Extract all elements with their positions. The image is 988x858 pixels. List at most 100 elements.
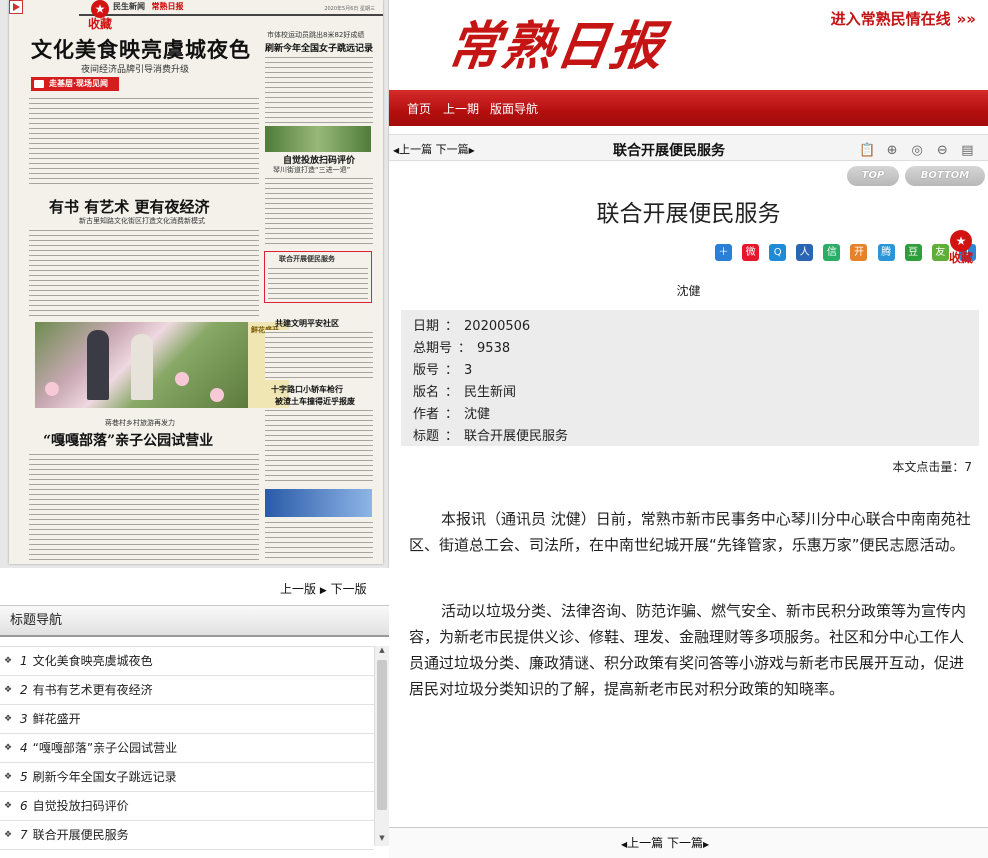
scroll-top-button[interactable]: TOP — [847, 166, 899, 186]
article-toolbar: ◀上一篇 下一篇▶ 联合开展便民服务 📋 ⊕ ◎ ⊖ ▤ — [389, 134, 988, 161]
meta-row-page-name: 版名：民生新闻 — [413, 382, 979, 404]
next-article-link-bottom[interactable]: 下一篇 — [667, 836, 703, 850]
hits-value: 7 — [964, 460, 972, 474]
title-nav-item-2[interactable]: ❖ 2 有书有艺术更有夜经济 — [0, 676, 374, 705]
douban-icon[interactable]: 豆 — [904, 244, 922, 261]
title-nav-item-3[interactable]: ❖ 3 鲜花盛开 — [0, 705, 374, 734]
title-nav-number: 1 — [20, 654, 28, 668]
paper-text-block — [265, 330, 373, 380]
photo-person — [131, 334, 153, 400]
zoom-in-icon[interactable]: ⊕ — [884, 143, 900, 159]
article-pager-top: ◀上一篇 下一篇▶ — [393, 141, 475, 157]
meta-key: 作者 — [413, 407, 440, 422]
meta-value: 沈健 — [464, 407, 491, 422]
title-nav-heading: 标题导航 — [0, 605, 389, 637]
title-nav-scrollbar[interactable]: ▲ ▼ — [374, 646, 389, 846]
meta-key: 日期 — [413, 319, 440, 334]
scroll-down-icon[interactable]: ▼ — [375, 834, 389, 846]
title-nav-label: 联合开展便民服务 — [32, 828, 129, 842]
meta-row-title: 标题：联合开展便民服务 — [413, 426, 979, 448]
title-nav-item-6[interactable]: ❖ 6 自觉投放扫码评价 — [0, 792, 374, 821]
meta-row-date: 日期： 20200506 — [413, 316, 979, 338]
paper-right-headline-3[interactable]: 共建文明平安社区 — [275, 318, 339, 329]
qzone-icon[interactable]: Q — [769, 244, 787, 261]
wechat-icon[interactable]: 信 — [823, 244, 841, 261]
share-toolbar: ＋ 微 Q 人 信 开 腾 豆 友 1 — [715, 240, 981, 261]
print-icon[interactable]: ▤ — [959, 143, 975, 159]
meta-row-author: 作者：沈健 — [413, 404, 979, 426]
hits-label: 本文点击量： — [892, 460, 965, 474]
photo-flower — [45, 382, 59, 396]
paper-headline-3[interactable]: “嘎嘎部落”亲子公园试营业 — [43, 430, 213, 450]
prev-article-link-bottom[interactable]: 上一篇 — [627, 836, 663, 850]
paper-highlighted-article[interactable]: 联合开展便民服务 — [264, 251, 372, 303]
photo-flower — [210, 388, 224, 402]
paper-text-block — [265, 55, 373, 123]
site-banner: 常熟日报 进入常熟民情在线 »» — [389, 0, 988, 90]
next-article-link[interactable]: 下一篇 — [436, 143, 469, 156]
favorite-button[interactable]: ★ 收藏 — [946, 230, 976, 266]
plus-share-icon[interactable]: ＋ — [715, 244, 732, 261]
paper-right-headline-4[interactable]: 十字路口小轿车枪行 — [271, 384, 343, 395]
title-nav-item-7[interactable]: ❖ 7 联合开展便民服务 — [0, 821, 374, 850]
title-nav-item-1[interactable]: ❖ 1 文化美食映亮虞城夜色 — [0, 647, 374, 676]
nav-layout-link[interactable]: 版面导航 — [490, 100, 538, 117]
page: 民生新闻 常熟日报 2020年5月6日 星期三 ★ 收藏 文化美食映亮虞城夜色 … — [0, 0, 988, 858]
meta-value: 联合开展便民服务 — [464, 429, 569, 444]
diamond-bullet-icon: ❖ — [4, 743, 13, 753]
article-pager-bottom-links: ◀上一篇 下一篇▶ — [621, 834, 709, 851]
paper-right-headline[interactable]: 刷新今年全国女子跳远记录 — [265, 41, 373, 54]
article-paragraph-1: 本报讯（通讯员 沈健）日前，常熟市新市民事务中心琴川分中心联合中南南苑社区、街道… — [409, 510, 971, 554]
next-page-link[interactable]: 下一版 — [331, 582, 367, 596]
nav-prev-issue-link[interactable]: 上一期 — [443, 100, 479, 117]
nav-home-link[interactable]: 首页 — [407, 100, 431, 117]
article-pager-bottom: ◀上一篇 下一篇▶ — [389, 827, 988, 858]
page-pager: 上一版 ▶ 下一版 — [280, 580, 367, 597]
meta-row-page-no: 版号： 3 — [413, 360, 979, 382]
site-logo[interactable]: 常熟日报 — [444, 4, 671, 79]
diamond-bullet-icon: ❖ — [4, 801, 13, 811]
meta-value: 民生新闻 — [464, 385, 517, 400]
title-nav-item-5[interactable]: ❖ 5 刷新今年全国女子跳远记录 — [0, 763, 374, 792]
diamond-bullet-icon: ❖ — [4, 714, 13, 724]
meta-key: 版名 — [413, 385, 440, 400]
toolbar-tools: 📋 ⊕ ◎ ⊖ ▤ — [859, 139, 979, 159]
renren-icon[interactable]: 人 — [796, 244, 814, 261]
weibo-icon[interactable]: 微 — [742, 244, 760, 261]
title-nav-label: “嘎嘎部落”亲子公园试营业 — [32, 741, 178, 755]
paper-subheadline-2: 新古里知路文化街区打造文化消费新模式 — [79, 217, 205, 225]
title-nav-number: 7 — [20, 828, 28, 842]
expand-triangle-icon[interactable] — [9, 0, 23, 14]
newspaper-page-image[interactable]: 民生新闻 常熟日报 2020年5月6日 星期三 ★ 收藏 文化美食映亮虞城夜色 … — [9, 0, 383, 564]
top-nav-bar: 首页 上一期 版面导航 — [389, 90, 988, 126]
zoom-reset-icon[interactable]: ◎ — [909, 143, 925, 159]
scroll-up-icon[interactable]: ▲ — [375, 646, 389, 658]
prev-article-link[interactable]: 上一篇 — [399, 143, 432, 156]
paper-text-block — [265, 176, 373, 248]
meta-value: 20200506 — [464, 319, 531, 334]
paper-green-banner — [265, 126, 371, 152]
enter-minqing-link[interactable]: 进入常熟民情在线 »» — [831, 8, 976, 29]
meta-key: 总期号 — [413, 341, 453, 356]
zoom-out-icon[interactable]: ⊖ — [934, 143, 950, 159]
paper-headline-2[interactable]: 有书 有艺术 更有夜经济 — [49, 196, 209, 217]
article-paragraph-2: 活动以垃圾分类、法律咨询、防范诈骗、燃气安全、新市民积分政策等为宣传内容，为新老… — [409, 602, 967, 698]
paper-text-block — [29, 228, 259, 316]
title-nav-item-4[interactable]: ❖ 4 “嘎嘎部落”亲子公园试营业 — [0, 734, 374, 763]
title-nav-number: 6 — [20, 799, 28, 813]
scrollbar-thumb[interactable] — [377, 660, 387, 810]
clipboard-icon[interactable]: 📋 — [859, 143, 875, 159]
meta-key: 标题 — [413, 429, 440, 444]
paper-favorite-badge[interactable]: ★ 收藏 — [85, 0, 115, 30]
scroll-bottom-button[interactable]: BOTTOM — [905, 166, 985, 186]
kaixin-icon[interactable]: 开 — [850, 244, 868, 261]
paper-section-tag: 走基层·现场见闻 — [31, 77, 119, 91]
favorite-label: 收藏 — [948, 251, 973, 265]
tqq-icon[interactable]: 腾 — [877, 244, 895, 261]
prev-page-link[interactable]: 上一版 — [280, 582, 316, 596]
star-icon: ★ — [950, 230, 972, 252]
paper-photo[interactable] — [35, 322, 250, 408]
paper-headline[interactable]: 文化美食映亮虞城夜色 — [31, 34, 251, 64]
paper-right-kicker: 市体校运动员跳出8米82好成绩 — [267, 31, 365, 39]
arrow-right-icon: ▶ — [468, 146, 475, 155]
